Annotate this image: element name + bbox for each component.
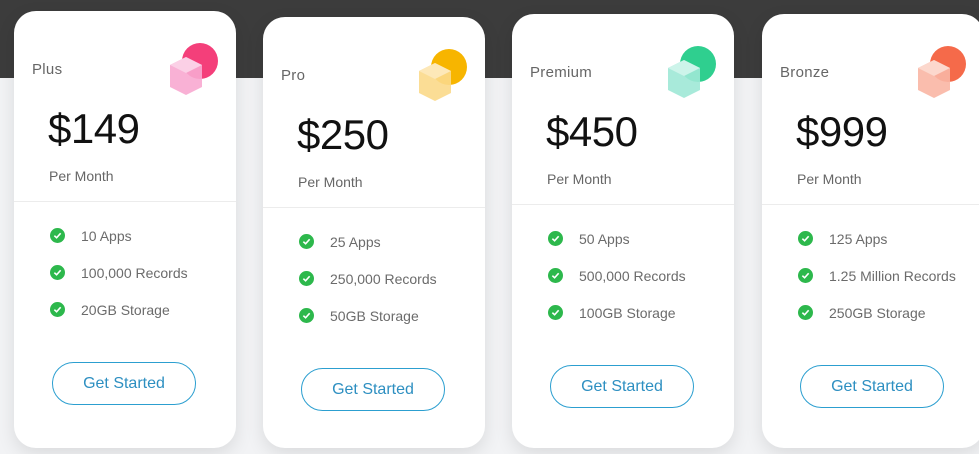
feature-item: 50GB Storage [299,297,437,334]
plan-card-bronze: Bronze $999 Per Month 125 Apps 1.25 Mill… [762,14,979,448]
plan-card-pro: Pro $250 Per Month 25 Apps 250,000 Recor… [263,17,485,448]
check-icon [548,268,563,283]
feature-item: 10 Apps [50,217,188,254]
check-icon [798,231,813,246]
feature-item: 100,000 Records [50,254,188,291]
feature-item: 250,000 Records [299,260,437,297]
get-started-button[interactable]: Get Started [301,368,445,411]
plan-card-plus: Plus $149 Per Month 10 Apps 100,000 Reco… [14,11,236,448]
check-icon [548,231,563,246]
orange-cube-icon [918,46,966,98]
plan-price: $250 [297,111,389,158]
feature-item: 250GB Storage [798,294,956,331]
feature-list: 25 Apps 250,000 Records 50GB Storage [299,223,437,334]
plan-name: Bronze [780,64,830,81]
plan-card-premium: Premium $450 Per Month 50 Apps 500,000 R… [512,14,734,448]
feature-list: 10 Apps 100,000 Records 20GB Storage [50,217,188,328]
check-icon [50,228,65,243]
green-cube-icon [668,46,716,98]
check-icon [50,302,65,317]
feature-item: 500,000 Records [548,257,686,294]
divider [263,207,485,208]
check-icon [798,305,813,320]
check-icon [798,268,813,283]
feature-item: 125 Apps [798,220,956,257]
check-icon [299,271,314,286]
plan-period: Per Month [797,171,862,187]
divider [512,204,734,205]
divider [14,201,236,202]
feature-item: 25 Apps [299,223,437,260]
check-icon [548,305,563,320]
plan-price: $450 [546,108,638,155]
plan-name: Plus [32,61,63,78]
check-icon [299,234,314,249]
feature-list: 125 Apps 1.25 Million Records 250GB Stor… [798,220,956,331]
feature-item: 50 Apps [548,220,686,257]
pink-cube-icon [170,43,218,95]
yellow-cube-icon [419,49,467,101]
divider [762,204,979,205]
plan-period: Per Month [298,174,363,190]
plan-name: Premium [530,64,593,81]
get-started-button[interactable]: Get Started [52,362,196,405]
feature-item: 1.25 Million Records [798,257,956,294]
plan-period: Per Month [547,171,612,187]
get-started-button[interactable]: Get Started [800,365,944,408]
feature-item: 20GB Storage [50,291,188,328]
plan-price: $999 [796,108,888,155]
check-icon [50,265,65,280]
get-started-button[interactable]: Get Started [550,365,694,408]
plan-period: Per Month [49,168,114,184]
feature-list: 50 Apps 500,000 Records 100GB Storage [548,220,686,331]
check-icon [299,308,314,323]
feature-item: 100GB Storage [548,294,686,331]
plan-price: $149 [48,105,140,152]
plan-name: Pro [281,67,306,84]
